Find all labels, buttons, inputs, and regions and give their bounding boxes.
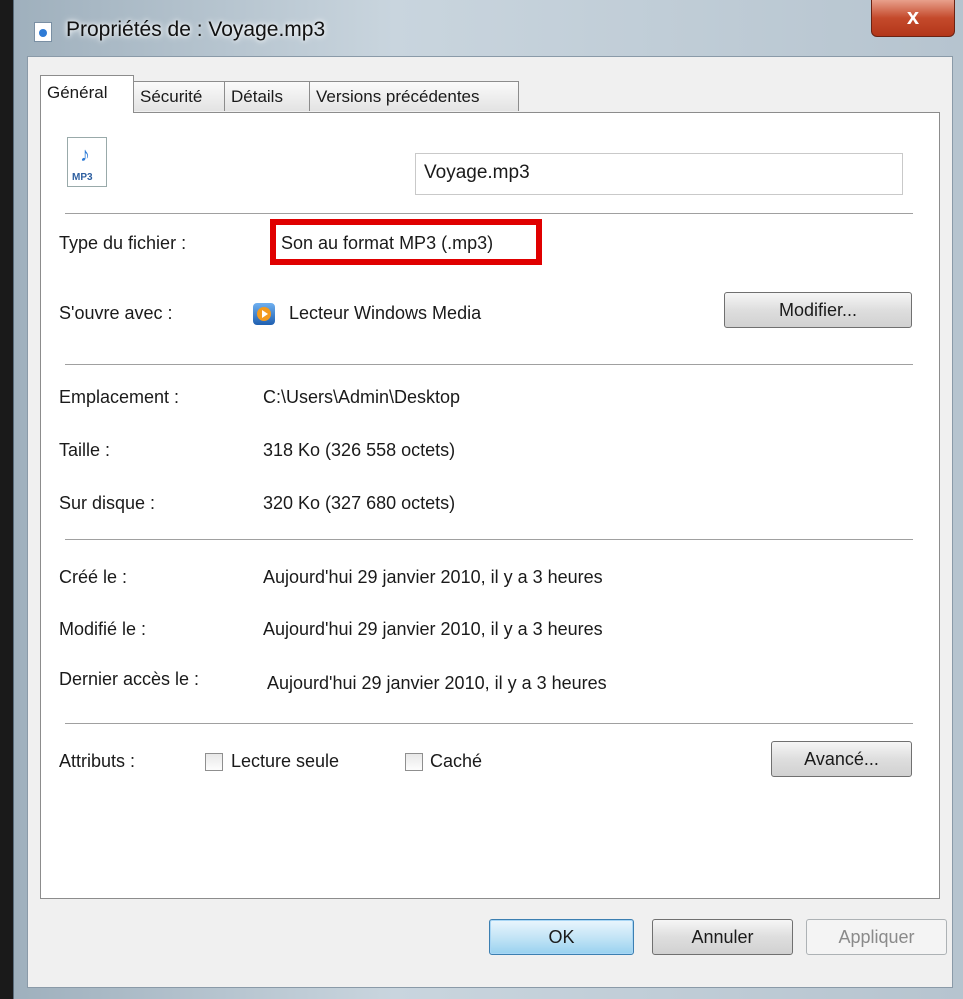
disk-size-label: Sur disque : <box>59 493 156 513</box>
size-value: 318 Ko (326 558 octets) <box>263 440 456 460</box>
music-note-icon: ♪ <box>80 144 90 166</box>
opens-with-value: Lecteur Windows Media <box>289 303 482 323</box>
general-panel: ♪ MP3 Voyage.mp3 Type du fichier : Son a… <box>40 112 940 899</box>
hidden-checkbox[interactable] <box>405 753 423 771</box>
tab-general[interactable]: Général <box>40 75 134 113</box>
mp3-file-icon: ♪ MP3 <box>67 137 107 187</box>
window-title: Propriétés de : Voyage.mp3 <box>66 18 326 41</box>
disk-size-value: 320 Ko (327 680 octets) <box>263 493 456 513</box>
readonly-checkbox[interactable] <box>205 753 223 771</box>
mp3-file-icon <box>34 22 52 42</box>
separator <box>65 539 913 540</box>
windows-media-player-icon <box>253 303 275 325</box>
accessed-label: Dernier accès le : <box>59 669 200 689</box>
location-value: C:\Users\Admin\Desktop <box>263 387 461 407</box>
attributes-label: Attributs : <box>59 751 136 771</box>
file-name-field[interactable]: Voyage.mp3 <box>415 153 903 195</box>
hidden-label[interactable]: Caché <box>430 751 482 772</box>
advanced-button[interactable]: Avancé... <box>771 741 912 777</box>
separator <box>65 364 913 365</box>
tab-previous-versions[interactable]: Versions précédentes <box>309 81 519 111</box>
properties-window: Propriétés de : Voyage.mp3 x Général Séc… <box>13 0 963 999</box>
cancel-button[interactable]: Annuler <box>652 919 793 955</box>
close-button[interactable]: x <box>871 0 955 37</box>
created-value: Aujourd'hui 29 janvier 2010, il y a 3 he… <box>263 567 603 587</box>
dialog-client: Général Sécurité Détails Versions précéd… <box>27 56 953 988</box>
size-label: Taille : <box>59 440 111 460</box>
tab-security[interactable]: Sécurité <box>133 81 225 111</box>
location-label: Emplacement : <box>59 387 180 407</box>
file-type-label: Type du fichier : <box>59 233 187 253</box>
ok-button[interactable]: OK <box>489 919 634 955</box>
opens-with-label: S'ouvre avec : <box>59 303 173 323</box>
separator <box>65 723 913 724</box>
apply-button[interactable]: Appliquer <box>806 919 947 955</box>
modified-value: Aujourd'hui 29 janvier 2010, il y a 3 he… <box>263 619 603 639</box>
accessed-value: Aujourd'hui 29 janvier 2010, il y a 3 he… <box>267 673 607 693</box>
readonly-label[interactable]: Lecture seule <box>231 751 339 772</box>
file-icon-label: MP3 <box>72 172 93 183</box>
created-label: Créé le : <box>59 567 128 587</box>
tab-details[interactable]: Détails <box>224 81 310 111</box>
modified-label: Modifié le : <box>59 619 147 639</box>
highlight-box <box>270 219 542 265</box>
title-bar[interactable]: Propriétés de : Voyage.mp3 x <box>14 0 963 50</box>
change-button[interactable]: Modifier... <box>724 292 912 328</box>
separator <box>65 213 913 214</box>
